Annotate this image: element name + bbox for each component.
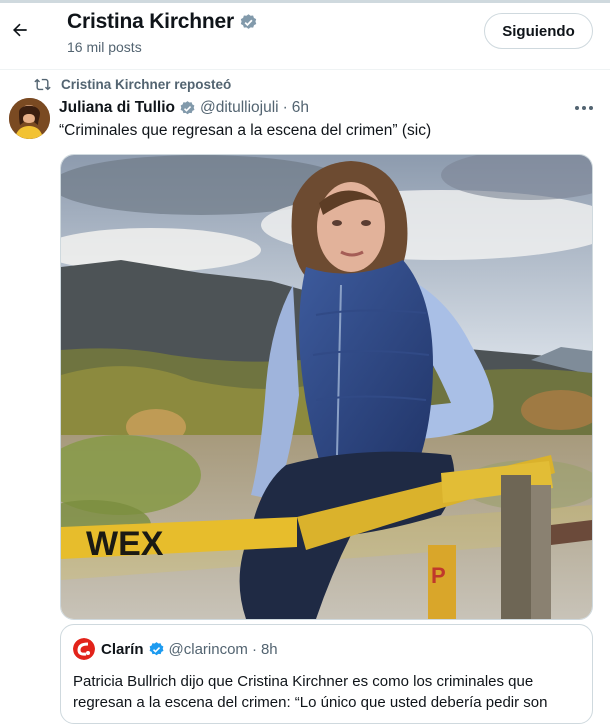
tweet-text: “Criminales que regresan a la escena del… (59, 122, 432, 139)
post-sign-text: P (431, 563, 446, 588)
author-name[interactable]: Juliana di Tullio (59, 99, 175, 117)
verified-badge-icon (240, 13, 257, 29)
quoted-tweet[interactable]: Clarín @clarincom · 8h Patricia Bullrich… (60, 624, 593, 724)
quoted-author-row: Clarín @clarincom · 8h (73, 638, 278, 660)
verified-badge-icon (149, 641, 163, 655)
back-arrow-icon (13, 23, 27, 37)
more-options-button[interactable] (572, 100, 596, 116)
separator-dot: · (251, 640, 257, 658)
quoted-author-handle[interactable]: @clarincom (169, 641, 248, 658)
repost-label: Cristina Kirchner reposteó (61, 77, 232, 92)
profile-name: Cristina Kirchner (67, 10, 234, 33)
profile-title: Cristina Kirchner (67, 10, 258, 34)
clarin-logo-icon (73, 638, 95, 660)
verified-badge-icon (180, 100, 195, 114)
tweet-timestamp[interactable]: 6h (292, 99, 309, 117)
quoted-timestamp[interactable]: 8h (261, 641, 278, 658)
separator-dot: · (282, 99, 288, 116)
profile-header: Cristina Kirchner 16 mil posts Siguiendo (0, 3, 610, 70)
repost-icon (34, 78, 51, 91)
barrier-sign-text: WEX (86, 525, 164, 563)
svg-text:WEX: WEX (86, 525, 164, 563)
quoted-author-name[interactable]: Clarín (101, 641, 144, 658)
following-button[interactable]: Siguiendo (484, 13, 593, 49)
author-avatar[interactable] (9, 98, 50, 139)
quoted-tweet-text: Patricia Bullrich dijo que Cristina Kirc… (73, 673, 548, 711)
more-options-icon (575, 106, 593, 110)
tweet-author-row: Juliana di Tullio @ditulliojuli · 6h (59, 99, 309, 117)
back-button[interactable] (6, 16, 34, 44)
author-handle[interactable]: @ditulliojuli (200, 99, 279, 117)
repost-indicator[interactable]: Cristina Kirchner reposteó (34, 76, 231, 93)
post-count: 16 mil posts (67, 39, 142, 55)
tweet-video-media[interactable]: WEX P (60, 154, 593, 620)
